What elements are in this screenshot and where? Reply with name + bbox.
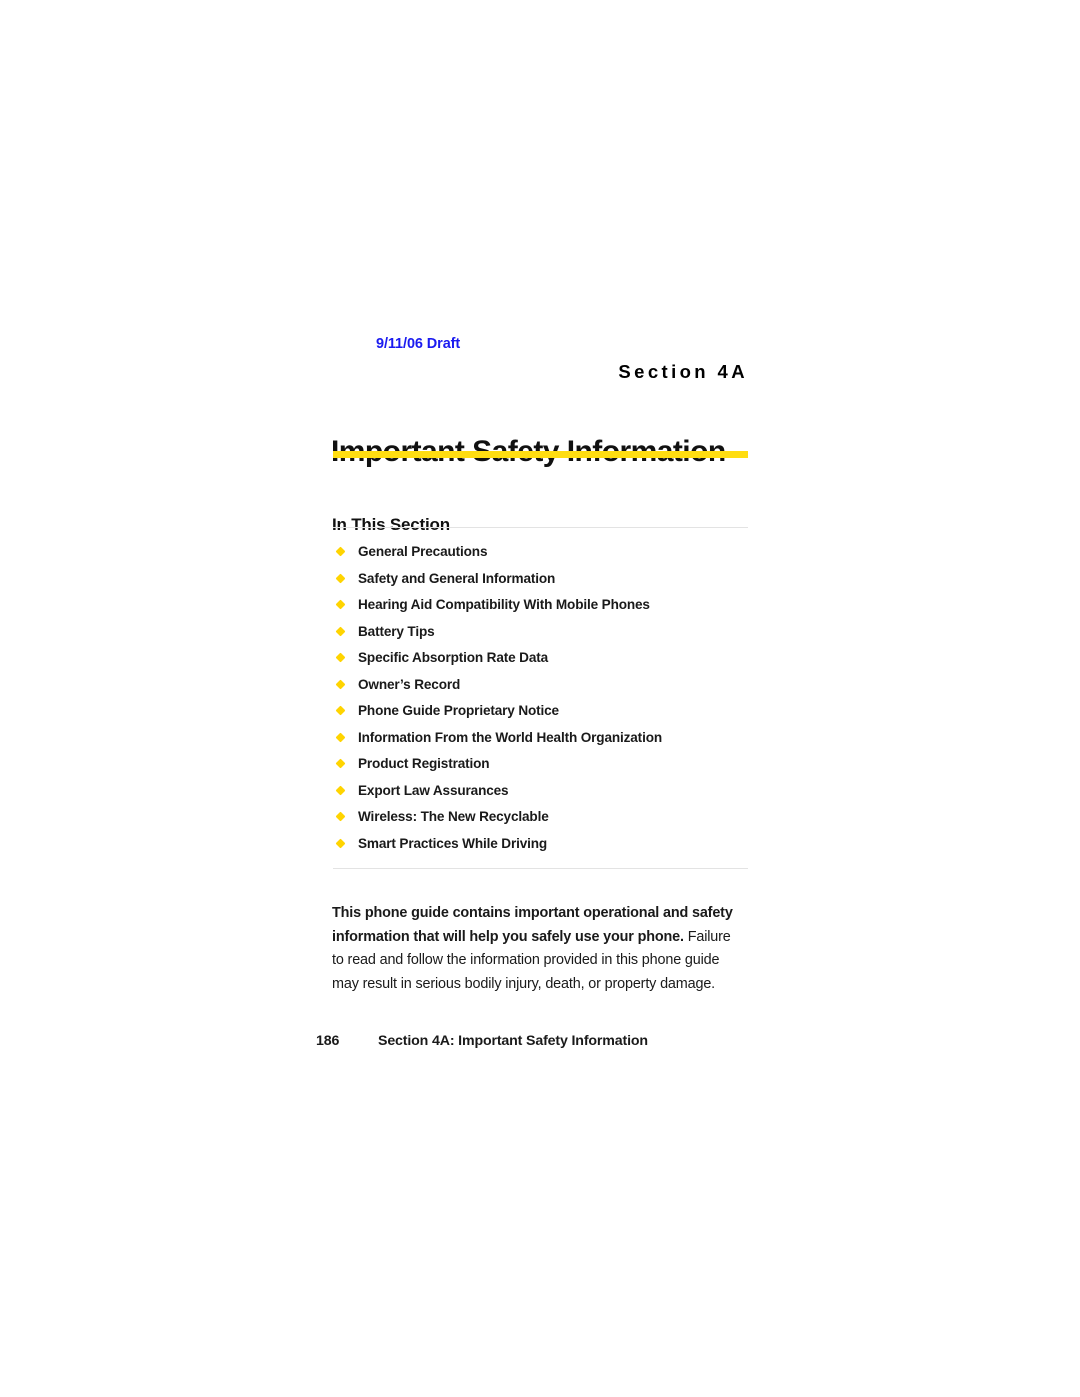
diamond-bullet-icon: [335, 599, 346, 610]
list-item-label: Smart Practices While Driving: [358, 835, 548, 851]
list-item[interactable]: Smart Practices While Driving: [333, 834, 748, 861]
list-item[interactable]: Product Registration: [333, 754, 748, 781]
diamond-bullet-icon: [335, 838, 346, 848]
list-item-label: Export Law Assurances: [358, 782, 509, 798]
list-item[interactable]: Battery Tips: [333, 622, 748, 649]
diamond-bullet-icon: [335, 758, 346, 769]
list-item[interactable]: Information From the World Health Organi…: [333, 728, 748, 755]
in-this-section-heading: In This Section: [332, 515, 450, 535]
title-accent-rule: [333, 451, 748, 458]
list-item-label: Battery Tips: [358, 623, 435, 639]
list-item-label: General Precautions: [358, 544, 488, 559]
list-item-label: Information From the World Health Organi…: [358, 729, 662, 745]
list-item[interactable]: General Precautions: [333, 542, 748, 569]
list-item-label: Hearing Aid Compatibility With Mobile Ph…: [358, 597, 650, 612]
list-item-label: Phone Guide Proprietary Notice: [358, 703, 559, 718]
section-label: Section 4A: [618, 361, 748, 382]
page-footer: 186 Section 4A: Important Safety Informat…: [316, 1033, 756, 1049]
list-item-label: Safety and General Information: [358, 570, 556, 586]
divider-bottom: [333, 868, 748, 869]
diamond-bullet-icon: [335, 626, 346, 636]
diamond-bullet-icon: [335, 785, 346, 795]
diamond-bullet-icon: [335, 732, 346, 742]
diamond-bullet-icon: [335, 811, 346, 822]
list-item-label: Product Registration: [358, 756, 490, 771]
list-item[interactable]: Specific Absorption Rate Data: [333, 648, 748, 675]
list-item[interactable]: Hearing Aid Compatibility With Mobile Ph…: [333, 595, 748, 622]
diamond-bullet-icon: [335, 705, 346, 716]
list-item[interactable]: Export Law Assurances: [333, 781, 748, 808]
list-item-label: Wireless: The New Recyclable: [358, 809, 549, 824]
list-item[interactable]: Owner’s Record: [333, 675, 748, 702]
list-item[interactable]: Wireless: The New Recyclable: [333, 807, 748, 834]
footer-caption: Section 4A: Important Safety Information: [378, 1033, 648, 1049]
divider-top: [333, 527, 748, 528]
diamond-bullet-icon: [335, 679, 346, 689]
in-this-section-list: General Precautions Safety and General I…: [333, 542, 748, 860]
diamond-bullet-icon: [335, 652, 346, 663]
list-item[interactable]: Safety and General Information: [333, 569, 748, 596]
diamond-bullet-icon: [335, 546, 346, 557]
document-page: 9/11/06 Draft Section 4A Important Safet…: [0, 0, 1080, 1397]
intro-paragraph: This phone guide contains important oper…: [332, 902, 742, 996]
page-number: 186: [316, 1033, 340, 1049]
list-item-label: Specific Absorption Rate Data: [358, 650, 549, 665]
diamond-bullet-icon: [335, 573, 346, 583]
list-item[interactable]: Phone Guide Proprietary Notice: [333, 701, 748, 728]
intro-lead-sentence: This phone guide contains important oper…: [332, 905, 733, 945]
list-item-label: Owner’s Record: [358, 676, 461, 692]
draft-stamp: 9/11/06 Draft: [376, 336, 461, 352]
